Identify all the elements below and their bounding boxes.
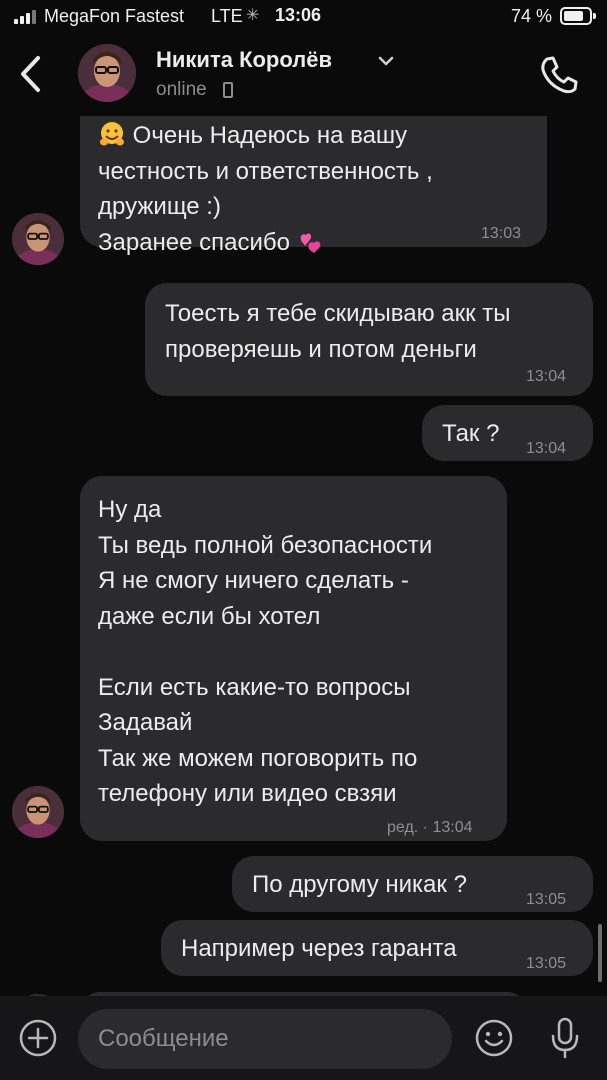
activity-spinner-icon: ✳ — [246, 7, 260, 24]
network-type: LTE — [211, 6, 243, 26]
status-bar: MegaFon Fastest LTE ✳ 13:06 74 % — [0, 0, 607, 34]
presence-status: online — [156, 79, 207, 101]
add-attachment-icon[interactable] — [18, 1018, 58, 1058]
message-bubble-outgoing[interactable]: Так ? 13:04 — [422, 405, 593, 461]
message-time-edited: ред. · 13:04 — [387, 819, 473, 836]
message-list[interactable]: Очень Надеюсь на вашу честность и ответс… — [0, 116, 607, 996]
status-time: 13:06 — [275, 5, 322, 25]
back-arrow-icon[interactable] — [14, 52, 48, 96]
message-text: Так ? — [442, 420, 500, 447]
hugging-face-emoji-icon — [100, 122, 124, 146]
chat-header: Никита Королёв online — [0, 34, 607, 116]
message-input[interactable] — [98, 1009, 438, 1069]
message-time: 13:03 — [481, 225, 522, 242]
microphone-icon[interactable] — [548, 1016, 582, 1060]
battery-percent: 74 % — [511, 6, 553, 26]
message-bubble-incoming[interactable]: Ну да Ты ведь полной безопасности Я не с… — [80, 476, 507, 841]
message-time: 13:04 — [526, 368, 567, 385]
emoji-picker-icon[interactable] — [474, 1018, 514, 1058]
message-bubble-outgoing[interactable]: По другому никак ? 13:05 — [232, 856, 593, 912]
sender-avatar[interactable] — [12, 786, 64, 838]
battery-icon — [560, 7, 596, 25]
message-time: 13:05 — [526, 955, 567, 972]
mobile-device-icon — [223, 82, 233, 98]
scrollbar[interactable] — [598, 924, 602, 982]
signal-icon — [14, 10, 36, 24]
contact-avatar[interactable] — [78, 44, 136, 102]
message-text: Очень Надеюсь на вашу честность и ответс… — [98, 118, 529, 260]
sender-avatar[interactable] — [12, 213, 64, 265]
contact-name[interactable]: Никита Королёв — [156, 47, 332, 73]
message-time: 13:04 — [526, 440, 567, 457]
composer-bar — [0, 996, 607, 1080]
message-bubble-outgoing[interactable]: Тоесть я тебе скидываю акк ты проверяешь… — [145, 283, 593, 396]
message-time: 13:05 — [526, 891, 567, 908]
message-1-text: Очень Надеюсь на вашу честность и ответс… — [98, 122, 433, 256]
message-text: Тоесть я тебе скидываю акк ты проверяешь… — [165, 300, 511, 363]
two-hearts-emoji-icon — [300, 233, 321, 253]
message-input-wrapper — [78, 1009, 452, 1069]
chevron-down-icon[interactable] — [377, 54, 395, 68]
phone-call-icon[interactable] — [538, 54, 580, 96]
message-bubble-outgoing[interactable]: Например через гаранта 13:05 — [161, 920, 593, 976]
message-bubble-incoming[interactable]: Очень Надеюсь на вашу честность и ответс… — [80, 116, 547, 256]
presence-label: online — [156, 79, 207, 100]
carrier-name: MegaFon Fastest — [44, 6, 185, 26]
message-text: Ну да Ты ведь полной безопасности Я не с… — [98, 496, 433, 807]
